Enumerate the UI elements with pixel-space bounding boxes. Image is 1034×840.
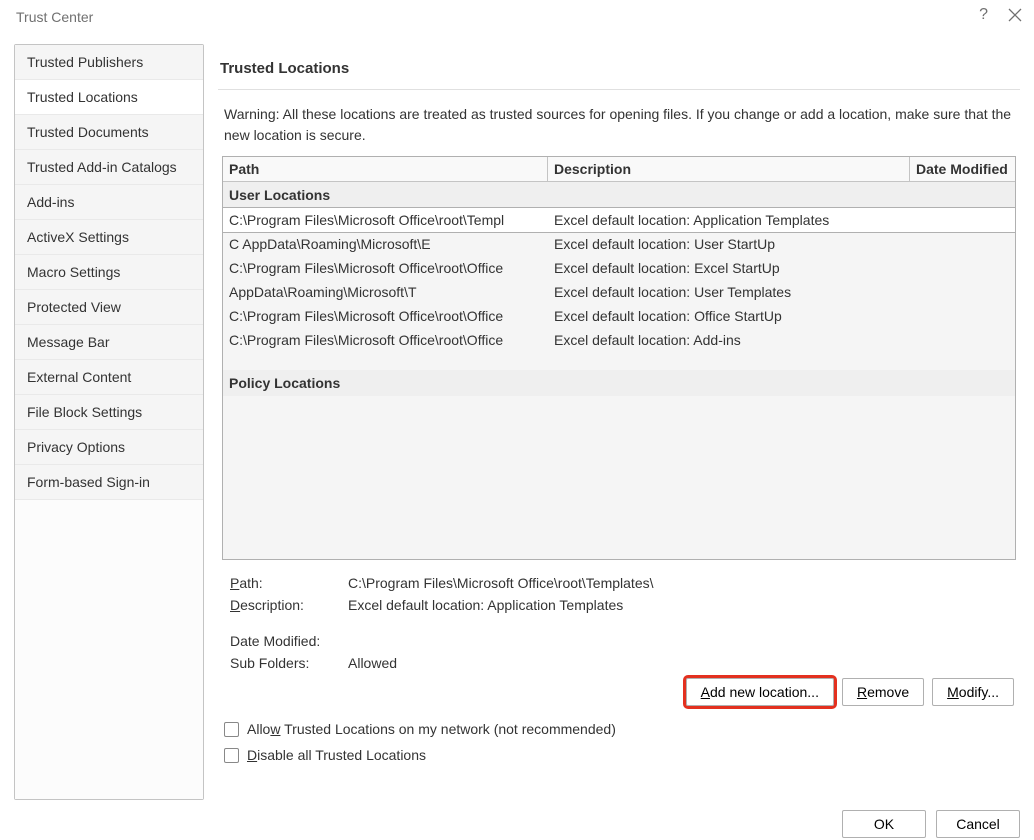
cell-description: Excel default location: Office StartUp	[554, 308, 904, 324]
sidebar-item-protected-view[interactable]: Protected View	[15, 290, 203, 325]
sidebar-item-form-based-signin[interactable]: Form-based Sign-in	[15, 465, 203, 500]
detail-value-path: C:\Program Files\Microsoft Office\root\T…	[348, 575, 654, 591]
cell-path: C:\Program Files\Microsoft Office\root\O…	[229, 332, 554, 348]
group-user-locations: User Locations	[223, 182, 1015, 208]
sidebar-item-trusted-locations[interactable]: Trusted Locations	[15, 80, 203, 115]
sidebar-item-file-block-settings[interactable]: File Block Settings	[15, 395, 203, 430]
table-row[interactable]: C:\Program Files\Microsoft Office\root\T…	[223, 208, 1015, 232]
ok-button[interactable]: OK	[842, 810, 926, 838]
cell-path: AppData\Roaming\Microsoft\T	[229, 284, 554, 300]
cell-date	[904, 284, 1009, 300]
detail-label-path: Path:	[230, 575, 348, 591]
sidebar-nav: Trusted Publishers Trusted Locations Tru…	[14, 44, 204, 800]
cell-date	[904, 332, 1009, 348]
checkbox-icon[interactable]	[224, 748, 239, 763]
column-header-description[interactable]: Description	[548, 157, 910, 181]
column-header-date-modified[interactable]: Date Modified	[910, 157, 1015, 181]
locations-table: Path Description Date Modified User Loca…	[222, 156, 1016, 560]
detail-value-sub-folders: Allowed	[348, 655, 397, 671]
dialog-title: Trust Center	[16, 9, 93, 25]
dialog-footer: OK Cancel	[0, 800, 1034, 838]
cell-date	[904, 236, 1009, 252]
table-row[interactable]: AppData\Roaming\Microsoft\T Excel defaul…	[223, 280, 1015, 304]
divider	[218, 89, 1020, 90]
sidebar-item-privacy-options[interactable]: Privacy Options	[15, 430, 203, 465]
sidebar-item-trusted-addin-catalogs[interactable]: Trusted Add-in Catalogs	[15, 150, 203, 185]
remove-button[interactable]: Remove	[842, 678, 924, 706]
disable-all-checkbox-row[interactable]: Disable all Trusted Locations	[218, 742, 1020, 768]
selection-details: Path: C:\Program Files\Microsoft Office\…	[218, 560, 1020, 674]
cell-date	[904, 308, 1009, 324]
main-panel: Trusted Locations Warning: All these loc…	[218, 44, 1020, 800]
sidebar-item-trusted-documents[interactable]: Trusted Documents	[15, 115, 203, 150]
cell-path: C:\Program Files\Microsoft Office\root\O…	[229, 260, 554, 276]
cell-description: Excel default location: Application Temp…	[554, 212, 904, 228]
sidebar-item-macro-settings[interactable]: Macro Settings	[15, 255, 203, 290]
table-row[interactable]: C:\Program Files\Microsoft Office\root\O…	[223, 328, 1015, 352]
cell-path: C:\Program Files\Microsoft Office\root\O…	[229, 308, 554, 324]
cell-date	[904, 260, 1009, 276]
cell-description: Excel default location: User StartUp	[554, 236, 904, 252]
sidebar-item-message-bar[interactable]: Message Bar	[15, 325, 203, 360]
table-row[interactable]: C:\Program Files\Microsoft Office\root\O…	[223, 256, 1015, 280]
detail-label-sub-folders: Sub Folders:	[230, 655, 348, 671]
page-title: Trusted Locations	[218, 44, 1020, 85]
sidebar-item-trusted-publishers[interactable]: Trusted Publishers	[15, 45, 203, 80]
cell-path: C:\Program Files\Microsoft Office\root\T…	[229, 212, 554, 228]
allow-network-label: Allow Trusted Locations on my network (n…	[247, 721, 616, 737]
dialog-titlebar: Trust Center ?	[0, 0, 1034, 34]
detail-label-description: Description:	[230, 597, 348, 613]
modify-button[interactable]: Modify...	[932, 678, 1014, 706]
cell-description: Excel default location: Excel StartUp	[554, 260, 904, 276]
sidebar-item-add-ins[interactable]: Add-ins	[15, 185, 203, 220]
detail-value-description: Excel default location: Application Temp…	[348, 597, 623, 613]
detail-label-date-modified: Date Modified:	[230, 633, 348, 649]
sidebar-item-activex-settings[interactable]: ActiveX Settings	[15, 220, 203, 255]
warning-text: Warning: All these locations are treated…	[218, 102, 1020, 156]
disable-all-label: Disable all Trusted Locations	[247, 747, 426, 763]
table-row[interactable]: C AppData\Roaming\Microsoft\E Excel defa…	[223, 232, 1015, 256]
table-header: Path Description Date Modified	[223, 157, 1015, 182]
cell-path: C AppData\Roaming\Microsoft\E	[229, 236, 554, 252]
help-icon[interactable]: ?	[979, 6, 988, 24]
group-policy-locations: Policy Locations	[223, 370, 1015, 396]
checkbox-icon[interactable]	[224, 722, 239, 737]
cell-description: Excel default location: User Templates	[554, 284, 904, 300]
add-new-location-button[interactable]: Add new location...	[686, 678, 834, 706]
column-header-path[interactable]: Path	[223, 157, 548, 181]
close-icon[interactable]	[1008, 8, 1022, 22]
table-row[interactable]: C:\Program Files\Microsoft Office\root\O…	[223, 304, 1015, 328]
cancel-button[interactable]: Cancel	[936, 810, 1020, 838]
cell-date	[904, 212, 1009, 228]
allow-network-checkbox-row[interactable]: Allow Trusted Locations on my network (n…	[218, 716, 1020, 742]
sidebar-item-external-content[interactable]: External Content	[15, 360, 203, 395]
cell-description: Excel default location: Add-ins	[554, 332, 904, 348]
